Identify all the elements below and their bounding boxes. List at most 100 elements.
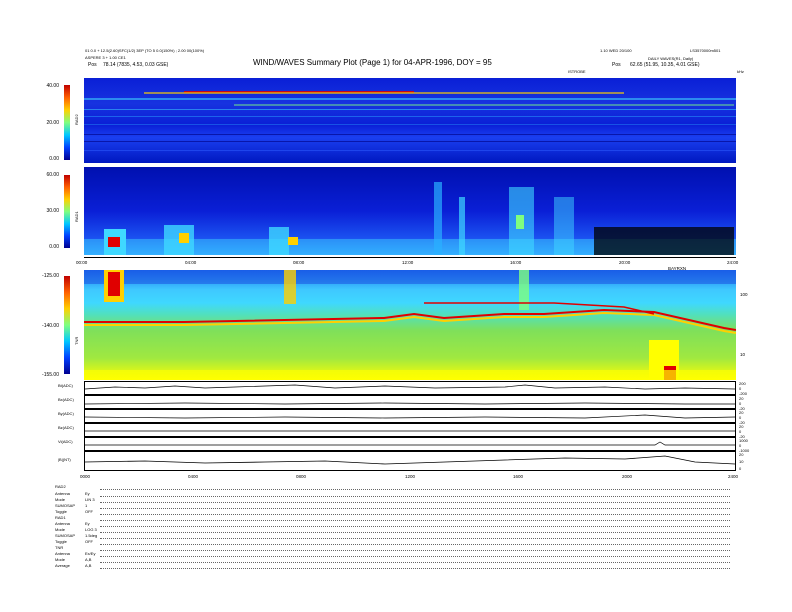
legend-row: SUMOSAP 1 [55, 503, 87, 508]
rad2-tick-1: 20.00 [46, 120, 59, 126]
legend-row: Antenna Ey [55, 521, 90, 526]
legend-key: Mode [55, 497, 66, 502]
legend-row: Toggle OFF [55, 509, 93, 514]
line-plot-vi [84, 437, 736, 451]
tnr-label: TNR [74, 336, 79, 345]
top-axis-label: ISTROBE [568, 69, 586, 74]
line-label-by: By(ADC) [58, 411, 74, 416]
legend-value: Ey [85, 521, 90, 526]
legend-key: Mode [55, 527, 66, 532]
legend-value: LIN 3 [85, 497, 95, 502]
bottom-tick-6: 2400 [728, 474, 739, 479]
legend-key: Mode [55, 557, 66, 562]
bottom-tick-5: 2000 [622, 474, 633, 479]
bottom-tick-4: 1600 [513, 474, 524, 479]
rad2-tick-2: 0.00 [49, 156, 59, 162]
rad2-tick-0: 40.00 [46, 83, 59, 89]
legend-value: LOG 3 [85, 527, 97, 532]
legend-row: Antenna Ex/Ey [55, 551, 95, 556]
line-label-b-magnitude: |B|(NT) [58, 457, 71, 462]
line-plot-bt [84, 381, 736, 395]
rad1-tick-2: 0.00 [49, 244, 59, 250]
legend-value: 1 [85, 503, 88, 508]
tnr-tick-0: -125.00 [42, 273, 59, 279]
line-plot-by [84, 409, 736, 423]
line-plot-b-magnitude [84, 451, 736, 471]
header-pos-label-left: Pos [88, 62, 97, 68]
header-id-right: LS3570000m501 [690, 48, 721, 53]
bmag-right-tick-1: 10 [739, 459, 744, 464]
legend-key: SUMOSAP [55, 533, 76, 538]
legend-row: Average A,B [55, 563, 91, 568]
header-pos-label-right: Pos [612, 62, 621, 68]
bmag-right-tick-0: 20 [739, 452, 744, 457]
legend-value: 1.5deg [85, 533, 98, 538]
rad2-colorbar [64, 85, 70, 160]
legend-key: Toggle [55, 509, 67, 514]
legend-row: Mode LIN 3 [55, 497, 95, 502]
mid-tick-4: 16:00 [510, 260, 522, 265]
tnr-tick-2: -155.00 [42, 372, 59, 378]
legend-value: OFF [85, 509, 93, 514]
line-label-vi: Vi(ADC) [58, 439, 73, 444]
corner-unit-label: kHz [737, 69, 744, 74]
legend-key: Average [55, 563, 70, 568]
rad1-spectrogram [84, 167, 736, 255]
mid-tick-2: 08:00 [293, 260, 305, 265]
tnr-spectrogram [84, 270, 736, 380]
bottom-tick-2: 0800 [296, 474, 307, 479]
legend-row: Mode LOG 3 [55, 527, 97, 532]
legend-value: Ex/Ey [85, 551, 96, 556]
legend-name: RAD1 [55, 515, 66, 520]
legend-row: RAD1 [55, 515, 66, 520]
header-info-line1: 01 0.0 + 12.5(2.60)SFC(1/2) 3EP (TO 5 0.… [85, 48, 205, 53]
line-label-bx: Bx(ADC) [58, 397, 74, 402]
legend-key: Antenna [55, 551, 70, 556]
rad1-tick-1: 30.00 [46, 208, 59, 214]
header-info-right1: 1.10 WED 20/100 [600, 48, 632, 53]
legend-value: A,B [85, 557, 92, 562]
mid-tick-0: 00:00 [76, 260, 88, 265]
tnr-right-tick-0: 100 [740, 292, 748, 297]
line-label-bt: Bt(ADC) [58, 383, 73, 388]
rad2-spectrogram [84, 78, 736, 163]
tnr-right-tick-1: 10 [740, 352, 746, 357]
header-pos-value-left: 78.14 (7835, 4.53, 0.03 GSE) [103, 62, 169, 68]
legend-value: OFF [85, 539, 93, 544]
rad2-label: RAD2 [74, 114, 79, 125]
legend-row: RAD2 [55, 484, 66, 489]
mid-tick-1: 04:00 [185, 260, 197, 265]
legend-row: SUMOSAP 1.5deg [55, 533, 97, 538]
bottom-tick-3: 1200 [405, 474, 416, 479]
mid-tick-5: 20:00 [619, 260, 631, 265]
header-info-right2: DAILY WAVES(R1, Daily) [648, 56, 694, 61]
bottom-tick-1: 0400 [188, 474, 199, 479]
legend-row: Antenna Ey [55, 491, 90, 496]
mid-tick-6: 24:00 [727, 260, 739, 265]
line-plot-bz [84, 423, 736, 437]
legend-name: TNR [55, 545, 64, 550]
mid-tick-3: 12:00 [402, 260, 414, 265]
legend-key: Antenna [55, 491, 70, 496]
mid-time-axis [84, 257, 736, 258]
legend-value: A,B [85, 563, 92, 568]
rad1-label: RAD1 [74, 211, 79, 222]
tnr-colorbar [64, 276, 70, 374]
bmag-right-tick-2: 0 [739, 466, 742, 471]
page-title: WIND/WAVES Summary Plot (Page 1) for 04-… [253, 58, 492, 67]
header-info-line2: ASPERE 3 + 1.00 CE1 [85, 55, 126, 60]
legend-value: Ey [85, 491, 90, 496]
legend-row: Mode A,B [55, 557, 91, 562]
legend-row: Toggle OFF [55, 539, 93, 544]
legend-row: TNR [55, 545, 63, 550]
tnr-tick-1: -140.00 [42, 323, 59, 329]
line-label-bz: Bz(ADC) [58, 425, 74, 430]
legend-name: RAD2 [55, 484, 66, 489]
line-plot-bx [84, 395, 736, 409]
legend-key: SUMOSAP [55, 503, 76, 508]
bottom-tick-0: 0000 [80, 474, 91, 479]
legend-key: Antenna [55, 521, 70, 526]
rad1-tick-0: 60.00 [46, 172, 59, 178]
header-pos-value-right: 62.65 (51.95, 10.35, 4.01 GSE) [630, 62, 700, 68]
rad1-colorbar [64, 175, 70, 248]
